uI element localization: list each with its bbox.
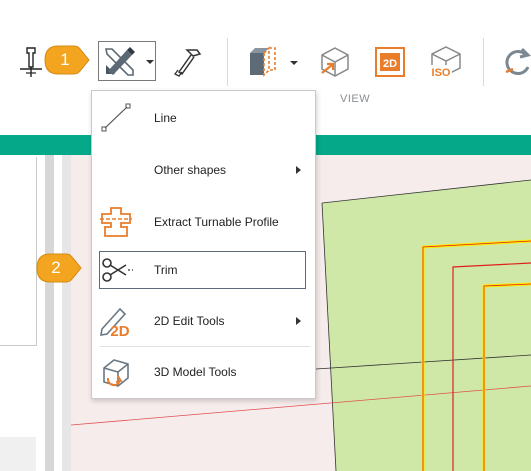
ribbon-separator bbox=[483, 38, 484, 86]
menu-item-label: 3D Model Tools bbox=[154, 365, 237, 379]
ribbon-separator bbox=[227, 38, 228, 86]
step-callout-2: 2 bbox=[36, 253, 82, 283]
menu-item-label: Other shapes bbox=[154, 163, 227, 177]
scissors-icon bbox=[99, 253, 135, 287]
svg-text:2D: 2D bbox=[110, 323, 129, 339]
menu-item-line[interactable]: Line bbox=[92, 97, 315, 139]
menu-item-label: Extract Turnable Profile bbox=[154, 215, 279, 229]
side-panel-footer bbox=[0, 437, 36, 471]
refresh-icon bbox=[505, 47, 531, 75]
menu-item-other-shapes[interactable]: Other shapes bbox=[92, 149, 315, 191]
section-view-button[interactable] bbox=[244, 44, 300, 80]
draw-tools-button[interactable] bbox=[98, 41, 156, 81]
draw-tools-menu: Line Other shapes Extract Turnable Profi… bbox=[91, 90, 316, 399]
view-2d-button[interactable]: 2D bbox=[372, 44, 408, 80]
chevron-down-icon bbox=[290, 61, 298, 65]
menu-item-label: Line bbox=[154, 111, 177, 125]
panel-splitter[interactable] bbox=[62, 155, 71, 471]
2d-view-icon: 2D bbox=[375, 47, 405, 77]
turnable-profile-icon bbox=[98, 205, 134, 239]
callout-number: 1 bbox=[60, 50, 70, 69]
menu-item-label: 2D Edit Tools bbox=[154, 314, 225, 328]
hammer-icon bbox=[174, 49, 202, 77]
svg-text:2D: 2D bbox=[383, 58, 397, 70]
view-3d-button[interactable] bbox=[317, 44, 353, 80]
menu-item-2d-edit-tools[interactable]: 2D 2D Edit Tools bbox=[92, 299, 315, 343]
side-panel-inner bbox=[0, 157, 37, 346]
pin-tool-icon bbox=[20, 47, 42, 77]
chevron-down-icon bbox=[146, 60, 154, 64]
2d-edit-icon: 2D bbox=[98, 304, 134, 339]
part-region bbox=[322, 180, 531, 471]
menu-item-trim[interactable]: Trim bbox=[99, 251, 306, 289]
line-icon bbox=[98, 101, 134, 135]
menu-separator bbox=[100, 346, 310, 347]
chevron-right-icon bbox=[296, 317, 301, 325]
step-callout-1: 1 bbox=[44, 45, 90, 75]
svg-text:ISO: ISO bbox=[432, 67, 451, 79]
callout-number: 2 bbox=[51, 258, 61, 277]
3d-model-icon bbox=[98, 355, 134, 389]
section-box-icon bbox=[250, 46, 276, 77]
view-group-label: VIEW bbox=[340, 93, 371, 105]
menu-item-extract-turnable-profile[interactable]: Extract Turnable Profile bbox=[92, 201, 315, 243]
refresh-button[interactable] bbox=[496, 44, 531, 80]
menu-item-3d-model-tools[interactable]: 3D Model Tools bbox=[92, 350, 315, 394]
menu-item-label: Trim bbox=[154, 263, 178, 277]
panel-scrollbar[interactable] bbox=[45, 155, 54, 471]
pin-tool-button[interactable] bbox=[14, 44, 48, 80]
iso-view-icon: ISO bbox=[430, 46, 461, 79]
pencil-ruler-icon bbox=[105, 47, 135, 76]
chevron-right-icon bbox=[296, 166, 301, 174]
hammer-button[interactable] bbox=[171, 44, 205, 80]
view-iso-button[interactable]: ISO bbox=[427, 44, 465, 80]
cube-arrow-icon bbox=[321, 47, 349, 77]
